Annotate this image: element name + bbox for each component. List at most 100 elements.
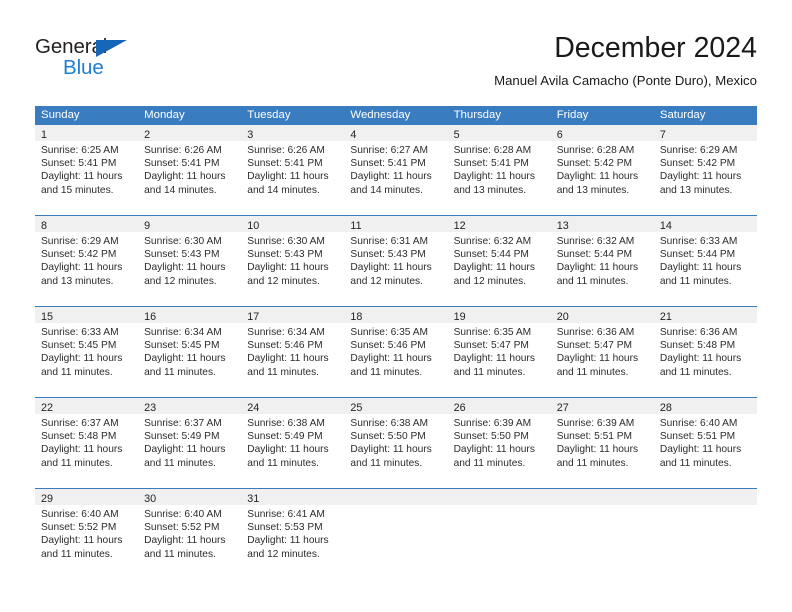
sunset-text: Sunset: 5:41 PM <box>453 158 529 170</box>
day-number: 5 <box>453 129 460 141</box>
daylight-text-line2: and 12 minutes. <box>350 275 423 287</box>
logo-text-blue: Blue <box>63 56 104 79</box>
calendar-day-cell-8[interactable]: 8 Sunrise: 6:29 AM Sunset: 5:42 PM Daylight… <box>35 216 139 301</box>
calendar-day-cell-13[interactable]: 13 Sunrise: 6:32 AM Sunset: 5:44 PM Dayligh… <box>550 216 654 301</box>
daylight-text-line2: and 13 minutes. <box>41 275 114 287</box>
day-sun-info: Sunrise: 6:35 AM Sunset: 5:46 PM Daylight:… <box>344 323 447 379</box>
calendar-day-cell-7[interactable]: 7 Sunrise: 6:29 AM Sunset: 5:42 PM Daylight… <box>653 125 757 210</box>
day-number: 20 <box>556 311 569 323</box>
weekday-header-thursday: Thursday <box>453 109 502 121</box>
daylight-text-line1: Daylight: 11 hours <box>41 444 123 456</box>
calendar-day-cell-18[interactable]: 18 Sunrise: 6:35 AM Sunset: 5:46 PM Dayligh… <box>344 307 448 392</box>
sunset-text: Sunset: 5:44 PM <box>659 249 736 261</box>
sunrise-text: Sunrise: 6:35 AM <box>350 327 429 338</box>
day-number-bar: 6 <box>550 125 654 141</box>
weekday-header-tuesday: Tuesday <box>247 109 291 121</box>
day-number-bar: 13 <box>550 216 654 232</box>
day-sun-info: Sunrise: 6:38 AM Sunset: 5:49 PM Daylight:… <box>241 414 344 470</box>
title-block: December 2024 Manuel Avila Camacho (Pont… <box>494 30 757 89</box>
sunrise-text: Sunrise: 6:36 AM <box>556 327 635 338</box>
calendar-day-cell-20[interactable]: 20 Sunrise: 6:36 AM Sunset: 5:47 PM Dayligh… <box>550 307 654 392</box>
sunset-text: Sunset: 5:53 PM <box>247 522 323 534</box>
day-number: 24 <box>247 402 260 414</box>
day-sun-info: Sunrise: 6:30 AM Sunset: 5:43 PM Daylight:… <box>241 232 344 288</box>
sunset-text: Sunset: 5:43 PM <box>350 249 426 261</box>
sunset-text: Sunset: 5:45 PM <box>144 340 220 352</box>
calendar-day-cell-11[interactable]: 11 Sunrise: 6:31 AM Sunset: 5:43 PM Dayligh… <box>344 216 448 301</box>
calendar-day-cell-3[interactable]: 3 Sunrise: 6:26 AM Sunset: 5:41 PM Daylight… <box>241 125 345 210</box>
calendar-day-cell-1[interactable]: 1 Sunrise: 6:25 AM Sunset: 5:41 PM Daylight… <box>35 125 139 210</box>
sunset-text: Sunset: 5:46 PM <box>350 340 426 352</box>
calendar-day-cell-empty <box>344 489 448 574</box>
calendar-day-cell-10[interactable]: 10 Sunrise: 6:30 AM Sunset: 5:43 PM Dayligh… <box>241 216 345 301</box>
calendar-day-cell-17[interactable]: 17 Sunrise: 6:34 AM Sunset: 5:46 PM Dayligh… <box>241 307 345 392</box>
day-number: 8 <box>41 220 48 232</box>
calendar-day-cell-12[interactable]: 12 Sunrise: 6:32 AM Sunset: 5:44 PM Dayligh… <box>447 216 551 301</box>
daylight-text-line1: Daylight: 11 hours <box>453 171 535 183</box>
daylight-text-line2: and 12 minutes. <box>453 275 527 287</box>
calendar-day-cell-27[interactable]: 27 Sunrise: 6:39 AM Sunset: 5:51 PM Dayligh… <box>550 398 654 483</box>
general-blue-logo[interactable]: General Blue <box>35 36 165 88</box>
weekday-header-monday: Monday <box>144 109 185 121</box>
day-sun-info: Sunrise: 6:37 AM Sunset: 5:49 PM Daylight:… <box>138 414 241 470</box>
daylight-text-line1: Daylight: 11 hours <box>453 353 535 365</box>
calendar-day-cell-24[interactable]: 24 Sunrise: 6:38 AM Sunset: 5:49 PM Dayligh… <box>241 398 345 483</box>
daylight-text-line2: and 11 minutes. <box>556 275 629 287</box>
day-number: 18 <box>350 311 363 323</box>
daylight-text-line1: Daylight: 11 hours <box>556 171 639 183</box>
calendar-day-cell-15[interactable]: 15 Sunrise: 6:33 AM Sunset: 5:45 PM Dayligh… <box>35 307 139 392</box>
sunrise-text: Sunrise: 6:31 AM <box>350 236 429 247</box>
calendar-week-row: 8 Sunrise: 6:29 AM Sunset: 5:42 PM Daylight… <box>35 215 757 301</box>
calendar-day-cell-25[interactable]: 25 Sunrise: 6:38 AM Sunset: 5:50 PM Dayligh… <box>344 398 448 483</box>
calendar-day-cell-28[interactable]: 28 Sunrise: 6:40 AM Sunset: 5:51 PM Dayligh… <box>653 398 757 483</box>
daylight-text-line2: and 13 minutes. <box>453 184 527 196</box>
day-sun-info: Sunrise: 6:28 AM Sunset: 5:42 PM Daylight:… <box>551 141 654 197</box>
calendar-day-cell-2[interactable]: 2 Sunrise: 6:26 AM Sunset: 5:41 PM Daylight… <box>138 125 242 210</box>
sunrise-text: Sunrise: 6:36 AM <box>659 327 738 338</box>
day-number-bar: 8 <box>35 216 139 232</box>
sunset-text: Sunset: 5:44 PM <box>556 249 633 261</box>
daylight-text-line1: Daylight: 11 hours <box>659 171 742 183</box>
daylight-text-line2: and 14 minutes. <box>350 184 423 196</box>
calendar-day-cell-4[interactable]: 4 Sunrise: 6:27 AM Sunset: 5:41 PM Daylight… <box>344 125 448 210</box>
sunset-text: Sunset: 5:48 PM <box>659 340 736 352</box>
calendar-day-cell-5[interactable]: 5 Sunrise: 6:28 AM Sunset: 5:41 PM Daylight… <box>447 125 551 210</box>
day-sun-info: Sunrise: 6:33 AM Sunset: 5:45 PM Daylight:… <box>35 323 138 379</box>
daylight-text-line2: and 12 minutes. <box>144 275 217 287</box>
daylight-text-line1: Daylight: 11 hours <box>247 353 329 365</box>
sunrise-text: Sunrise: 6:37 AM <box>144 418 222 429</box>
day-sun-info: Sunrise: 6:39 AM Sunset: 5:50 PM Daylight:… <box>448 414 551 470</box>
calendar-day-cell-19[interactable]: 19 Sunrise: 6:35 AM Sunset: 5:47 PM Dayligh… <box>447 307 551 392</box>
sunset-text: Sunset: 5:41 PM <box>144 158 220 170</box>
daylight-text-line2: and 11 minutes. <box>41 366 113 378</box>
calendar-day-cell-26[interactable]: 26 Sunrise: 6:39 AM Sunset: 5:50 PM Dayligh… <box>447 398 551 483</box>
day-number-bar: 21 <box>653 307 757 323</box>
daylight-text-line2: and 12 minutes. <box>247 548 320 560</box>
calendar-day-cell-14[interactable]: 14 Sunrise: 6:33 AM Sunset: 5:44 PM Dayligh… <box>653 216 757 301</box>
calendar-day-cell-30[interactable]: 30 Sunrise: 6:40 AM Sunset: 5:52 PM Dayligh… <box>138 489 242 574</box>
sunrise-text: Sunrise: 6:30 AM <box>247 236 325 247</box>
daylight-text-line1: Daylight: 11 hours <box>144 262 226 274</box>
daylight-text-line2: and 13 minutes. <box>556 184 630 196</box>
day-number-bar <box>653 489 757 505</box>
daylight-text-line1: Daylight: 11 hours <box>41 262 123 274</box>
calendar-day-cell-6[interactable]: 6 Sunrise: 6:28 AM Sunset: 5:42 PM Daylight… <box>550 125 654 210</box>
calendar-day-cell-23[interactable]: 23 Sunrise: 6:37 AM Sunset: 5:49 PM Dayligh… <box>138 398 242 483</box>
calendar-day-cell-9[interactable]: 9 Sunrise: 6:30 AM Sunset: 5:43 PM Daylight… <box>138 216 242 301</box>
day-number-bar <box>550 489 654 505</box>
day-number-bar: 16 <box>138 307 242 323</box>
day-number: 1 <box>41 129 48 141</box>
calendar-day-cell-21[interactable]: 21 Sunrise: 6:36 AM Sunset: 5:48 PM Dayligh… <box>653 307 757 392</box>
sunrise-text: Sunrise: 6:28 AM <box>453 145 532 156</box>
day-number: 7 <box>659 129 666 141</box>
page-header: General Blue December 2024 Manuel Avila … <box>35 30 757 100</box>
calendar-day-cell-29[interactable]: 29 Sunrise: 6:40 AM Sunset: 5:52 PM Dayligh… <box>35 489 139 574</box>
logo-triangle-icon <box>96 40 127 57</box>
sunrise-text: Sunrise: 6:25 AM <box>41 145 119 156</box>
calendar-day-cell-16[interactable]: 16 Sunrise: 6:34 AM Sunset: 5:45 PM Dayligh… <box>138 307 242 392</box>
daylight-text-line1: Daylight: 11 hours <box>144 444 226 456</box>
day-number: 19 <box>453 311 466 323</box>
calendar-day-cell-31[interactable]: 31 Sunrise: 6:41 AM Sunset: 5:53 PM Dayligh… <box>241 489 345 574</box>
calendar-day-cell-22[interactable]: 22 Sunrise: 6:37 AM Sunset: 5:48 PM Dayligh… <box>35 398 139 483</box>
sunset-text: Sunset: 5:50 PM <box>350 431 426 443</box>
